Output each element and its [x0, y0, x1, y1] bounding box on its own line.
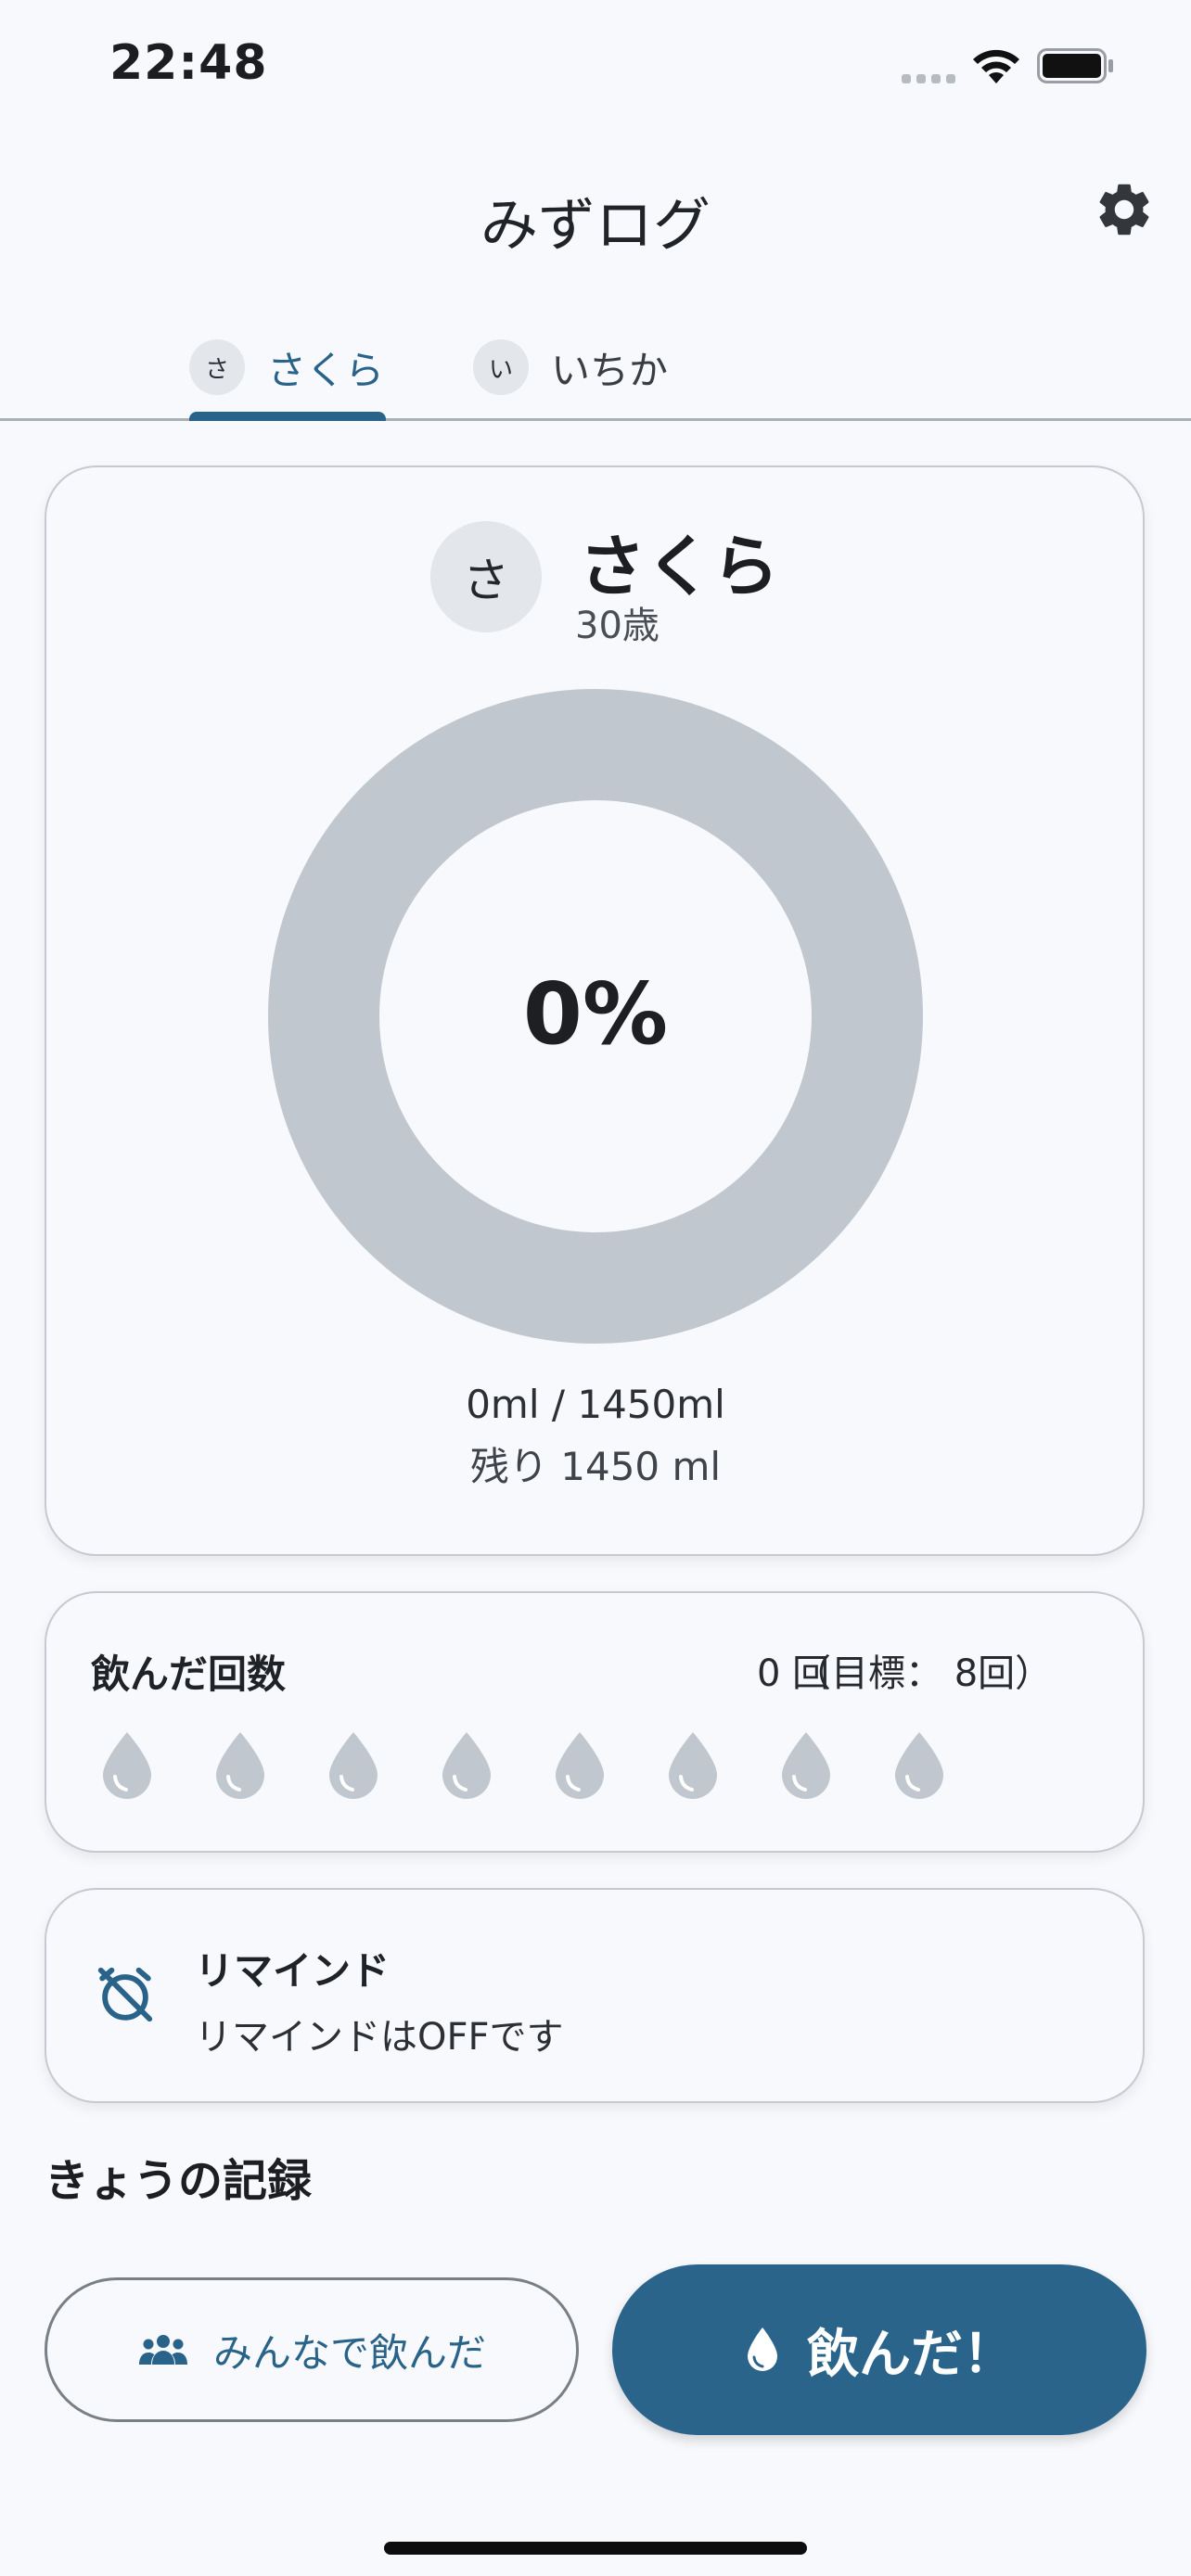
tab-divider: [0, 418, 1191, 421]
tab-sakura[interactable]: さ さくら: [189, 321, 384, 414]
progress-amount: 0ml / 1450ml: [466, 1382, 725, 1427]
battery-icon: [1037, 48, 1113, 83]
water-drop-icon: [556, 1732, 604, 1799]
alarm-off-icon: [97, 1967, 153, 2022]
drink-button[interactable]: 飲んだ！: [612, 2264, 1146, 2435]
drink-count-card: [45, 1591, 1145, 1853]
drink-count-target: （目標： 8回）: [794, 1652, 1053, 1695]
group-icon: [138, 2335, 187, 2365]
drink-count-title: 飲んだ回数: [91, 1651, 287, 1697]
progress-remaining: 残り 1450 ml: [469, 1444, 722, 1489]
tab-active-indicator: [189, 412, 386, 421]
today-record-heading: きょうの記録: [45, 2155, 313, 2207]
water-drop-icon: [669, 1732, 717, 1799]
app-title: みずログ: [480, 191, 711, 259]
tab-label: さくら: [267, 347, 385, 393]
tab-avatar: い: [473, 339, 529, 395]
tab-label: いちか: [551, 347, 669, 393]
tab-avatar: さ: [189, 339, 245, 395]
reminder-status: リマインドはOFFです: [195, 2016, 564, 2059]
drink-button-label: 飲んだ！: [807, 2324, 1015, 2385]
water-drop-icon: [103, 1732, 151, 1799]
drink-together-button[interactable]: みんなで飲んだ: [45, 2277, 579, 2422]
water-drop-icon: [216, 1732, 264, 1799]
wifi-icon: [973, 49, 1019, 83]
profile-age: 30歳: [575, 605, 660, 647]
water-drop-icon: [782, 1732, 830, 1799]
status-time: 22:48: [109, 35, 268, 91]
progress-percent: 0%: [522, 964, 669, 1064]
home-indicator: [384, 2542, 807, 2555]
drink-together-label: みんなで飲んだ: [212, 2329, 486, 2376]
reminder-title: リマインド: [195, 1948, 391, 1994]
drop-indicators: [100, 1730, 946, 1801]
water-drop-icon: [442, 1732, 491, 1799]
water-drop-icon: [329, 1732, 378, 1799]
tab-ichika[interactable]: い いちか: [473, 321, 668, 414]
gear-icon[interactable]: [1093, 178, 1156, 241]
water-drop-icon: [895, 1732, 943, 1799]
cellular-signal-icon: [902, 74, 957, 83]
avatar: さ: [430, 521, 542, 632]
water-drop-icon: [748, 2327, 777, 2371]
